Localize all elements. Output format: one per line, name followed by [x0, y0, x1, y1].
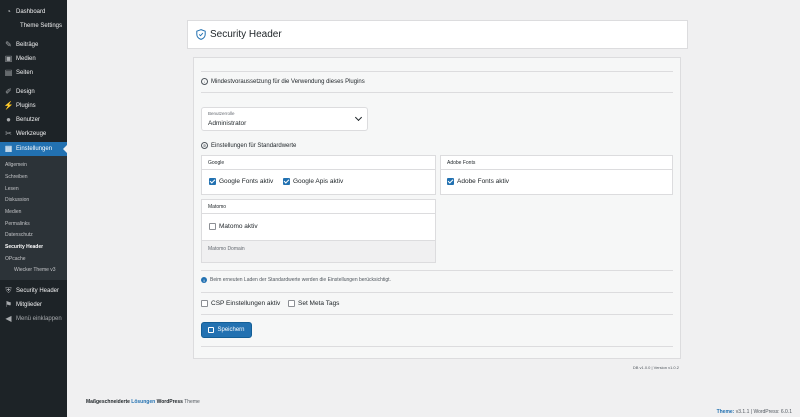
shield-icon: ⛨ [5, 286, 12, 295]
meta-tags-checkbox[interactable]: Set Meta Tags [288, 300, 339, 307]
footer-versions: Theme: v3.1.1 | WordPress: 6.0.1 [716, 409, 792, 415]
matomo-checkbox[interactable]: Matomo aktiv [209, 223, 258, 230]
google-apis-checkbox[interactable]: Google Apis aktiv [283, 178, 343, 185]
settings-icon: ▦ [4, 144, 13, 153]
divider [201, 71, 673, 72]
chevron-down-icon [354, 113, 363, 122]
collapse-icon: ◀ [5, 314, 12, 323]
page-header: Security Header [187, 20, 688, 49]
submenu-item-opcache[interactable]: OPcache [0, 253, 67, 264]
user-role-select[interactable]: Benutzerrolle Administrator [201, 107, 368, 131]
divider [201, 346, 673, 347]
sidebar-item-theme-settings[interactable]: Theme Settings [0, 19, 67, 33]
checkbox-checked-icon [209, 178, 216, 185]
google-box-title: Google [202, 156, 435, 170]
arrow-circle-icon: ↓ [201, 78, 208, 85]
matomo-domain-input[interactable]: Matomo Domain [202, 240, 435, 262]
select-value: Administrator [208, 120, 247, 127]
info-notice: i Beim erneuten Laden der Standardwerte … [201, 277, 391, 283]
select-caption: Benutzerrolle [208, 111, 235, 116]
footer-credit: Maßgeschneiderte Lösungen WordPress Them… [86, 399, 200, 405]
checkbox-unchecked-icon [288, 300, 295, 307]
plugin-icon: ⚡ [3, 101, 14, 110]
pin-icon: ✎ [5, 40, 12, 49]
sidebar-item-einstellungen[interactable]: ▦ Einstellungen [0, 142, 67, 156]
media-icon: ▣ [4, 54, 13, 63]
sidebar-item-medien[interactable]: ▣ Medien [0, 52, 67, 66]
adobe-box: Adobe Fonts Adobe Fonts aktiv [440, 155, 673, 195]
sidebar-item-plugins[interactable]: ⚡ Plugins [0, 99, 67, 113]
shield-icon [196, 29, 206, 40]
submenu-item-lesen[interactable]: Lesen [0, 183, 67, 194]
submenu-item-diskussion[interactable]: Diskussion [0, 194, 67, 205]
adobe-fonts-checkbox[interactable]: Adobe Fonts aktiv [447, 178, 509, 185]
sidebar-item-beitraege[interactable]: ✎ Beiträge [0, 38, 67, 52]
members-icon: ⚑ [4, 300, 13, 309]
sidebar-item-werkzeuge[interactable]: ✂ Werkzeuge [0, 127, 67, 141]
dashboard-icon: ◔ [6, 7, 11, 16]
matomo-box-title: Matomo [202, 200, 435, 214]
footer-link[interactable]: Lösungen [131, 399, 155, 405]
submenu-item-wiecker-theme[interactable]: Wiecker Theme v3 [0, 264, 67, 275]
user-icon: ● [6, 115, 11, 124]
current-menu-arrow-icon [63, 145, 67, 153]
save-button[interactable]: Speichern [201, 322, 252, 338]
divider [201, 92, 673, 93]
pages-icon: ▤ [4, 68, 13, 77]
info-icon: i [201, 277, 207, 283]
matomo-box: Matomo Matomo aktiv Matomo Domain [201, 199, 436, 263]
sidebar-item-seiten[interactable]: ▤ Seiten [0, 66, 67, 80]
checkbox-unchecked-icon [201, 300, 208, 307]
submenu-item-security-header[interactable]: Security Header [0, 241, 67, 252]
submenu-item-datenschutz[interactable]: Datenschutz [0, 229, 67, 240]
version-info: DB v1.0.0 | Version v1.0.2 [632, 365, 679, 370]
submenu-item-allgemein[interactable]: Allgemein [0, 159, 67, 170]
google-box: Google Google Fonts aktiv Google Apis ak… [201, 155, 436, 195]
checkbox-checked-icon [283, 178, 290, 185]
requirement-heading: ↓ Mindestvoraussetzung für die Verwendun… [201, 78, 365, 85]
submenu-item-medien[interactable]: Medien [0, 206, 67, 217]
admin-sidebar: ◔ Dashboard Theme Settings ✎ Beiträge ▣ … [0, 0, 67, 417]
sidebar-item-benutzer[interactable]: ● Benutzer [0, 113, 67, 127]
divider [201, 292, 673, 293]
divider [201, 314, 673, 315]
gear-icon: ✲ [201, 142, 208, 149]
submenu-item-permalinks[interactable]: Permalinks [0, 218, 67, 229]
sidebar-item-collapse[interactable]: ◀ Menü einklappen [0, 312, 67, 326]
brush-icon: ✐ [5, 87, 12, 96]
adobe-box-title: Adobe Fonts [441, 156, 672, 170]
save-disk-icon [208, 327, 215, 333]
wrench-icon: ✂ [5, 129, 12, 138]
sidebar-item-security-header[interactable]: ⛨ Security Header [0, 284, 67, 298]
checkbox-unchecked-icon [209, 223, 216, 230]
defaults-heading: ✲ Einstellungen für Standardwerte [201, 142, 297, 149]
sidebar-item-design[interactable]: ✐ Design [0, 85, 67, 99]
google-fonts-checkbox[interactable]: Google Fonts aktiv [209, 178, 273, 185]
checkbox-checked-icon [447, 178, 454, 185]
csp-checkbox[interactable]: CSP Einstellungen aktiv [201, 300, 280, 307]
sidebar-item-mitglieder[interactable]: ⚑ Mitglieder [0, 298, 67, 312]
sidebar-item-dashboard[interactable]: ◔ Dashboard [0, 5, 67, 19]
page-title: Security Header [210, 29, 282, 40]
divider [201, 270, 673, 271]
submenu-item-schreiben[interactable]: Schreiben [0, 171, 67, 182]
